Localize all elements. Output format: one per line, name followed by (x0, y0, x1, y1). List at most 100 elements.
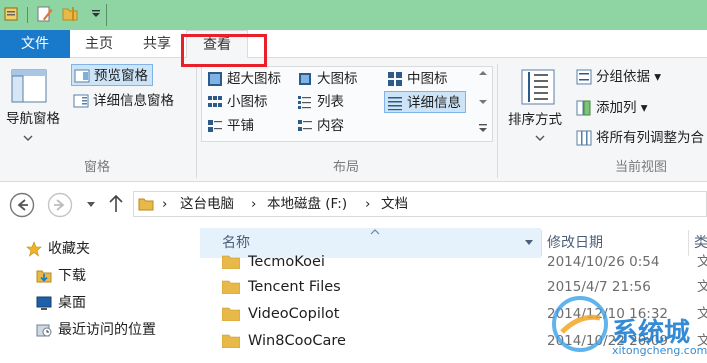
small-icons-icon (208, 96, 222, 107)
small-icons-label: 小图标 (227, 94, 268, 110)
navigation-pane-label: 导航窗格 (6, 111, 60, 127)
watermark-globe-icon (552, 296, 608, 352)
tab-file[interactable]: 文件 (0, 30, 70, 58)
folder-icon (222, 334, 240, 348)
rename-icon[interactable] (37, 6, 53, 22)
file-name: Tencent Files (248, 279, 341, 295)
highlight-box (181, 34, 267, 67)
tiles-view-icon (208, 120, 222, 132)
file-type: 文 (697, 306, 707, 322)
large-icons-label: 大图标 (317, 71, 358, 87)
breadcrumb-this-pc[interactable]: 这台电脑 (180, 192, 234, 216)
extra-large-icons-icon (208, 72, 222, 86)
group-by-label: 分组依据 (596, 69, 650, 85)
navigation-pane: 收藏夹 下载 桌面 最近访问的位置 (0, 226, 200, 363)
content-view-label: 内容 (317, 118, 344, 134)
details-pane-label: 详细信息窗格 (93, 93, 174, 109)
current-view-group-label: 当前视图 (615, 160, 668, 175)
breadcrumb-separator: › (365, 196, 371, 212)
add-columns-label: 添加列 (596, 100, 637, 116)
tab-home[interactable]: 主页 (70, 30, 128, 58)
small-icons-button[interactable]: 小图标 (207, 91, 268, 113)
customize-toolbar-icon[interactable] (88, 6, 104, 22)
toolbar-separator (106, 4, 107, 26)
nav-label-desktop: 桌面 (58, 295, 86, 311)
gallery-scroll[interactable] (477, 68, 489, 138)
size-all-columns-icon (576, 130, 592, 146)
sort-by-button[interactable]: 排序方式 (508, 109, 562, 131)
star-icon (26, 241, 42, 257)
folder-icon (222, 307, 240, 321)
tab-share[interactable]: 共享 (128, 30, 186, 58)
file-name: VideoCopilot (248, 306, 340, 322)
group-by-button[interactable]: 分组依据 ▾ (576, 66, 661, 88)
download-folder-icon (36, 270, 52, 283)
folder-icon (222, 280, 240, 294)
content-view-icon (298, 120, 312, 131)
title-bar (0, 0, 707, 30)
details-pane-button[interactable]: 详细信息窗格 (73, 90, 174, 112)
breadcrumb-documents[interactable]: 文档 (381, 192, 408, 216)
extra-large-icons-button[interactable]: 超大图标 (207, 68, 281, 90)
group-separator (196, 64, 197, 178)
folder-icon (222, 255, 240, 269)
properties-icon[interactable] (4, 6, 20, 22)
chevron-down-icon[interactable] (22, 134, 34, 142)
chevron-down-icon[interactable] (534, 134, 546, 142)
medium-icons-button[interactable]: 中图标 (387, 68, 448, 90)
size-all-columns-label: 将所有列调整为合 (596, 130, 704, 146)
panes-group-label: 窗格 (84, 160, 111, 175)
folder-location-icon (138, 198, 154, 211)
sort-by-icon (521, 69, 555, 105)
dropdown-arrow-icon: ▾ (636, 100, 648, 116)
dropdown-arrow-icon: ▾ (650, 69, 662, 85)
nav-label-downloads: 下载 (58, 268, 86, 284)
list-view-label: 列表 (317, 94, 344, 110)
large-icons-button[interactable]: 大图标 (297, 68, 358, 90)
ribbon-panel: 导航窗格 预览窗格 详细信息窗格 窗格 超大图标 大图标 中图标 小图标 列表 … (0, 58, 707, 182)
file-date: 2014/10/26 0:54 (547, 254, 660, 270)
file-type: 文 (697, 254, 707, 270)
back-button-icon[interactable] (9, 192, 35, 218)
content-view-button[interactable]: 内容 (297, 115, 344, 137)
file-type: 文 (697, 279, 707, 295)
group-separator (497, 64, 498, 178)
extra-large-icons-label: 超大图标 (227, 71, 281, 87)
recent-locations-icon[interactable] (86, 201, 96, 209)
column-filter-icon[interactable] (524, 239, 534, 247)
forward-button-icon[interactable] (47, 192, 73, 218)
toolbar-separator (27, 7, 28, 23)
watermark-url: xitongcheng.com (612, 344, 707, 357)
sort-ascending-icon (370, 229, 380, 235)
recent-places-icon (36, 324, 52, 337)
medium-icons-label: 中图标 (407, 71, 448, 87)
breadcrumb-separator: › (162, 196, 168, 212)
tiles-view-label: 平铺 (227, 118, 254, 134)
navigation-pane-button[interactable]: 导航窗格 (6, 108, 60, 130)
group-by-icon (576, 69, 592, 85)
nav-label-recent-places: 最近访问的位置 (58, 322, 156, 338)
add-columns-button[interactable]: 添加列 ▾ (576, 97, 648, 119)
address-bar[interactable]: › 这台电脑 › 本地磁盘 (F:) › 文档 (133, 191, 707, 217)
details-view-icon (388, 97, 402, 111)
preview-pane-icon (74, 69, 90, 83)
details-view-button[interactable]: 详细信息 (384, 91, 466, 113)
details-pane-icon (73, 94, 89, 108)
navigation-pane-icon (11, 69, 47, 103)
preview-pane-button[interactable]: 预览窗格 (71, 64, 153, 86)
medium-icons-icon (388, 72, 402, 86)
nav-label-favorites: 收藏夹 (48, 241, 90, 257)
up-arrow-icon[interactable] (108, 194, 124, 214)
table-row[interactable]: TecmoKoei 2014/10/26 0:54 文 (222, 250, 707, 274)
sort-by-label: 排序方式 (508, 112, 562, 128)
desktop-icon (36, 296, 52, 310)
details-view-label: 详细信息 (407, 95, 461, 111)
breadcrumb-local-disk[interactable]: 本地磁盘 (F:) (267, 192, 347, 216)
file-list: 名称 修改日期 类 TecmoKoei 2014/10/26 0:54 文 Te… (200, 226, 707, 363)
table-row[interactable]: Tencent Files 2015/4/7 21:56 文 (222, 275, 707, 299)
size-all-columns-button[interactable]: 将所有列调整为合 (576, 127, 704, 149)
list-view-button[interactable]: 列表 (297, 91, 344, 113)
new-folder-icon[interactable] (62, 6, 78, 22)
tiles-view-button[interactable]: 平铺 (207, 115, 254, 137)
file-name: TecmoKoei (248, 254, 325, 270)
